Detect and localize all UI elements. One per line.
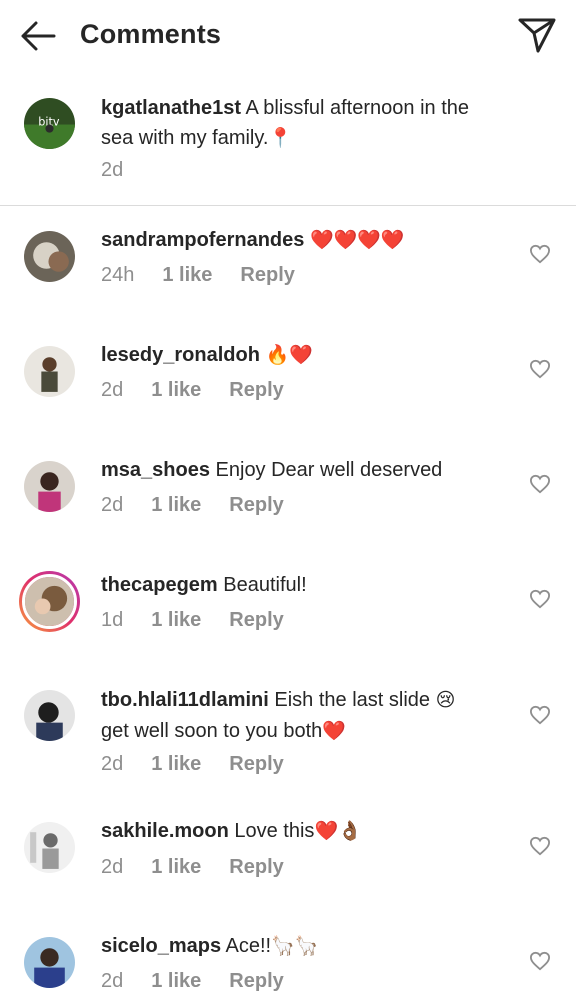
comment-body: tbo.hlali11dlamini Eish the last slide 😢…	[101, 685, 501, 747]
heart-outline-icon[interactable]	[529, 951, 551, 971]
avatar-story-ring[interactable]	[19, 571, 80, 632]
comment-time: 2d	[101, 494, 124, 516]
comment-username[interactable]: msa_shoes	[101, 459, 210, 481]
heart-outline-icon[interactable]	[529, 244, 551, 264]
comment-meta: 2d 1 like Reply	[101, 856, 312, 879]
comment-text: Ace!!	[225, 935, 272, 957]
comment-body: lesedy_ronaldoh 🔥❤️	[101, 340, 501, 371]
fire-heart-emoji: 🔥❤️	[265, 345, 313, 366]
reply-button[interactable]: Reply	[240, 264, 294, 287]
comment-time: 1d	[101, 609, 124, 631]
heart-outline-icon[interactable]	[529, 705, 551, 725]
comment-time: 2d	[101, 379, 124, 401]
comment-username[interactable]: sakhile.moon	[101, 820, 229, 842]
like-count[interactable]: 1 like	[151, 379, 201, 402]
reply-button[interactable]: Reply	[229, 494, 283, 517]
reply-button[interactable]: Reply	[229, 970, 283, 993]
avatar[interactable]: bitv	[24, 98, 75, 149]
comment-body: sakhile.moon Love this❤️👌🏾	[101, 816, 501, 847]
avatar[interactable]	[24, 461, 75, 512]
comment-username[interactable]: thecapegem	[101, 574, 218, 596]
avatar[interactable]	[24, 822, 75, 873]
like-count[interactable]: 1 like	[151, 856, 201, 879]
heart-outline-icon[interactable]	[529, 474, 551, 494]
heart-outline-icon[interactable]	[529, 836, 551, 856]
header: Comments	[0, 0, 576, 72]
comment-meta: 2d	[101, 159, 151, 182]
reply-button[interactable]: Reply	[229, 856, 283, 879]
paper-plane-icon[interactable]	[516, 16, 558, 54]
avatar[interactable]	[24, 937, 75, 988]
crying-emoji: 😢	[435, 690, 456, 711]
comment-text: Beautiful!	[223, 574, 307, 596]
like-count[interactable]: 1 like	[151, 970, 201, 993]
comment-username[interactable]: tbo.hlali11dlamini	[101, 689, 269, 711]
heart-outline-icon[interactable]	[529, 359, 551, 379]
comment-meta: 2d 1 like Reply	[101, 494, 312, 517]
comment-body: sandrampofernandes ❤️❤️❤️❤️	[101, 225, 501, 256]
comment-meta: 2d 1 like Reply	[101, 753, 312, 776]
like-count[interactable]: 1 like	[151, 609, 201, 632]
post-caption: bitv kgatlanathe1st A blissful afternoon…	[0, 86, 576, 206]
back-arrow-icon[interactable]	[18, 18, 58, 54]
heart-ok-emoji: ❤️👌🏾	[314, 821, 362, 842]
heart-emoji: ❤️	[322, 721, 346, 742]
like-count[interactable]: 1 like	[151, 753, 201, 776]
comment-text: Eish the last slide	[274, 689, 431, 711]
like-count[interactable]: 1 like	[162, 264, 212, 287]
comment-time: 2d	[101, 159, 124, 181]
avatar[interactable]	[24, 690, 75, 741]
divider	[0, 205, 576, 206]
comment-username[interactable]: sandrampofernandes	[101, 229, 304, 251]
pin-emoji: 📍	[268, 128, 293, 149]
comment-time: 2d	[101, 856, 124, 878]
comment-meta: 2d 1 like Reply	[101, 970, 312, 993]
avatar[interactable]	[24, 346, 75, 397]
reply-button[interactable]: Reply	[229, 609, 283, 632]
comment-meta: 2d 1 like Reply	[101, 379, 312, 402]
avatar[interactable]	[24, 231, 75, 282]
comment-meta: 24h 1 like Reply	[101, 264, 323, 287]
comment-username[interactable]: kgatlanathe1st	[101, 97, 241, 119]
comment-text-continued: get well soon to you both	[101, 720, 323, 742]
comment-body: msa_shoes Enjoy Dear well deserved	[101, 455, 501, 485]
comment-body: sicelo_maps Ace!!🦙🦙	[101, 931, 501, 962]
comment-username[interactable]: sicelo_maps	[101, 935, 221, 957]
like-count[interactable]: 1 like	[151, 494, 201, 517]
hearts-emoji: ❤️❤️❤️❤️	[309, 230, 405, 251]
comment-time: 2d	[101, 970, 124, 992]
page-title: Comments	[80, 19, 222, 49]
comment-time: 2d	[101, 753, 124, 775]
llama-emoji: 🦙🦙	[271, 936, 319, 957]
comment-text: Enjoy Dear well deserved	[215, 459, 443, 481]
reply-button[interactable]: Reply	[229, 379, 283, 402]
comment-username[interactable]: lesedy_ronaldoh	[101, 344, 260, 366]
comment-text: Love this	[234, 820, 315, 842]
heart-outline-icon[interactable]	[529, 589, 551, 609]
comment-time: 24h	[101, 264, 135, 286]
comment-body: thecapegem Beautiful!	[101, 570, 501, 600]
reply-button[interactable]: Reply	[229, 753, 283, 776]
comment-meta: 1d 1 like Reply	[101, 609, 312, 632]
